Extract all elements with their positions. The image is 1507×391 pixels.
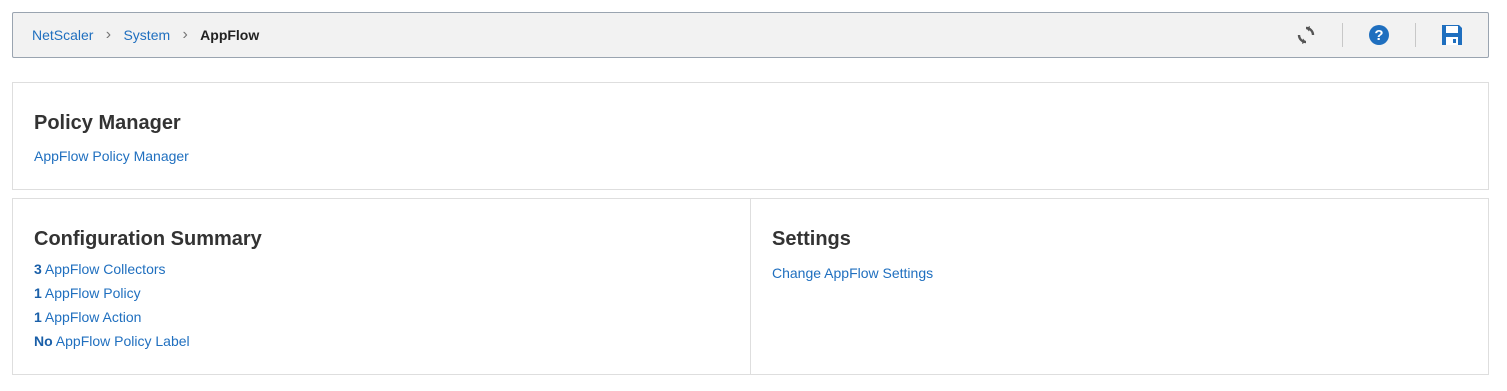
appflow-policy-link[interactable]: 1 AppFlow Policy [34, 285, 141, 301]
appflow-policy-manager-link[interactable]: AppFlow Policy Manager [34, 148, 189, 164]
change-appflow-settings-link[interactable]: Change AppFlow Settings [772, 265, 933, 281]
chevron-right-icon: › [182, 26, 188, 43]
configuration-summary-title: Configuration Summary [34, 228, 262, 250]
save-icon [1442, 25, 1462, 45]
help-icon: ? [1369, 25, 1389, 45]
appflow-action-link[interactable]: 1 AppFlow Action [34, 309, 141, 325]
policy-manager-panel: Policy Manager AppFlow Policy Manager [12, 82, 1489, 190]
refresh-button[interactable] [1270, 13, 1342, 57]
breadcrumb-current: AppFlow [200, 27, 260, 43]
appflow-collectors-link[interactable]: 3 AppFlow Collectors [34, 261, 166, 277]
chevron-right-icon: › [105, 26, 112, 43]
action-count: 1 [34, 309, 42, 325]
summary-settings-panel: Configuration Summary 3 AppFlow Collecto… [12, 198, 1489, 375]
breadcrumb: NetScaler › System › AppFlow [13, 26, 259, 44]
collectors-count: 3 [34, 261, 42, 277]
breadcrumb-netscaler[interactable]: NetScaler [32, 27, 93, 43]
save-button[interactable] [1416, 13, 1488, 57]
policy-label-count: No [34, 333, 53, 349]
settings-section: Settings Change AppFlow Settings [751, 199, 1488, 374]
settings-title: Settings [772, 228, 851, 250]
collectors-label: AppFlow Collectors [44, 261, 166, 277]
policy-label: AppFlow Policy [44, 285, 141, 301]
appflow-policy-label-link[interactable]: No AppFlow Policy Label [34, 333, 190, 349]
policy-count: 1 [34, 285, 42, 301]
policy-label-label: AppFlow Policy Label [55, 333, 190, 349]
action-label: AppFlow Action [44, 309, 142, 325]
refresh-icon [1297, 26, 1315, 44]
configuration-summary-section: Configuration Summary 3 AppFlow Collecto… [13, 199, 751, 374]
toolbar-actions: ? [1270, 13, 1488, 57]
svg-text:?: ? [1374, 27, 1383, 44]
top-toolbar: NetScaler › System › AppFlow ? [12, 12, 1489, 58]
breadcrumb-system[interactable]: System [123, 27, 170, 43]
policy-manager-title: Policy Manager [34, 112, 181, 134]
help-button[interactable]: ? [1343, 13, 1415, 57]
